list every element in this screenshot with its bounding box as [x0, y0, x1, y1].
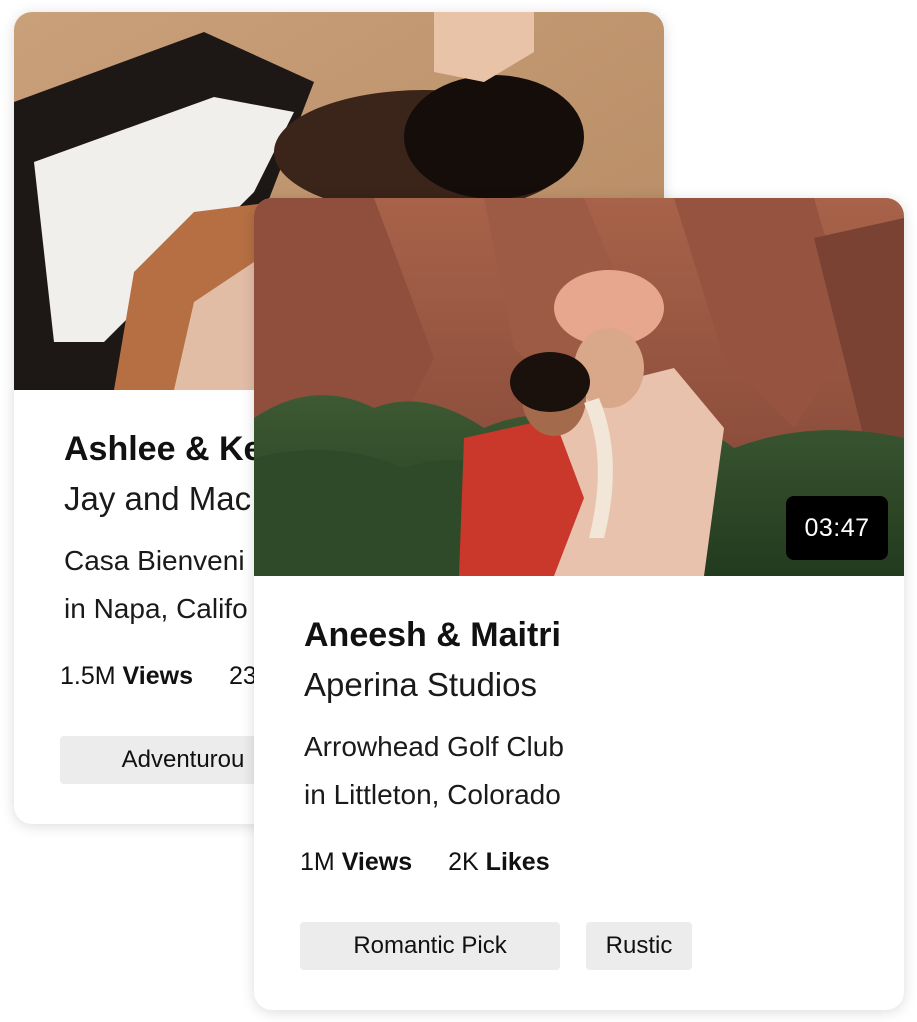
vendor-name[interactable]: Aperina Studios [304, 666, 537, 704]
stats-row: 1.5M Views 234 [60, 662, 271, 691]
tag-rustic[interactable]: Rustic [586, 922, 692, 970]
stats-row: 1M Views 2K Likes [300, 848, 550, 877]
vendor-name[interactable]: Jay and Mac [64, 480, 251, 518]
tag-romantic-pick[interactable]: Romantic Pick [300, 922, 560, 970]
views-stat: 1M Views [300, 848, 413, 876]
venue-name: Casa Bienveni [64, 545, 245, 576]
duration-badge: 03:47 [786, 496, 888, 560]
venue-city: in Napa, Califo [64, 593, 248, 624]
venue-location: Arrowhead Golf Club in Littleton, Colora… [304, 723, 564, 819]
likes-stat: 2K Likes [448, 848, 550, 876]
views-stat: 1.5M Views [60, 662, 193, 690]
venue-name: Arrowhead Golf Club [304, 731, 564, 762]
venue-location: Casa Bienveni in Napa, Califo [64, 537, 248, 633]
couple-name: Aneesh & Maitri [304, 616, 561, 654]
video-thumbnail[interactable]: 03:47 [254, 198, 904, 576]
couple-name: Ashlee & Ke [64, 430, 263, 468]
video-card-aneesh-maitri[interactable]: 03:47 Aneesh & Maitri Aperina Studios Ar… [254, 198, 904, 1010]
venue-city: in Littleton, Colorado [304, 779, 561, 810]
